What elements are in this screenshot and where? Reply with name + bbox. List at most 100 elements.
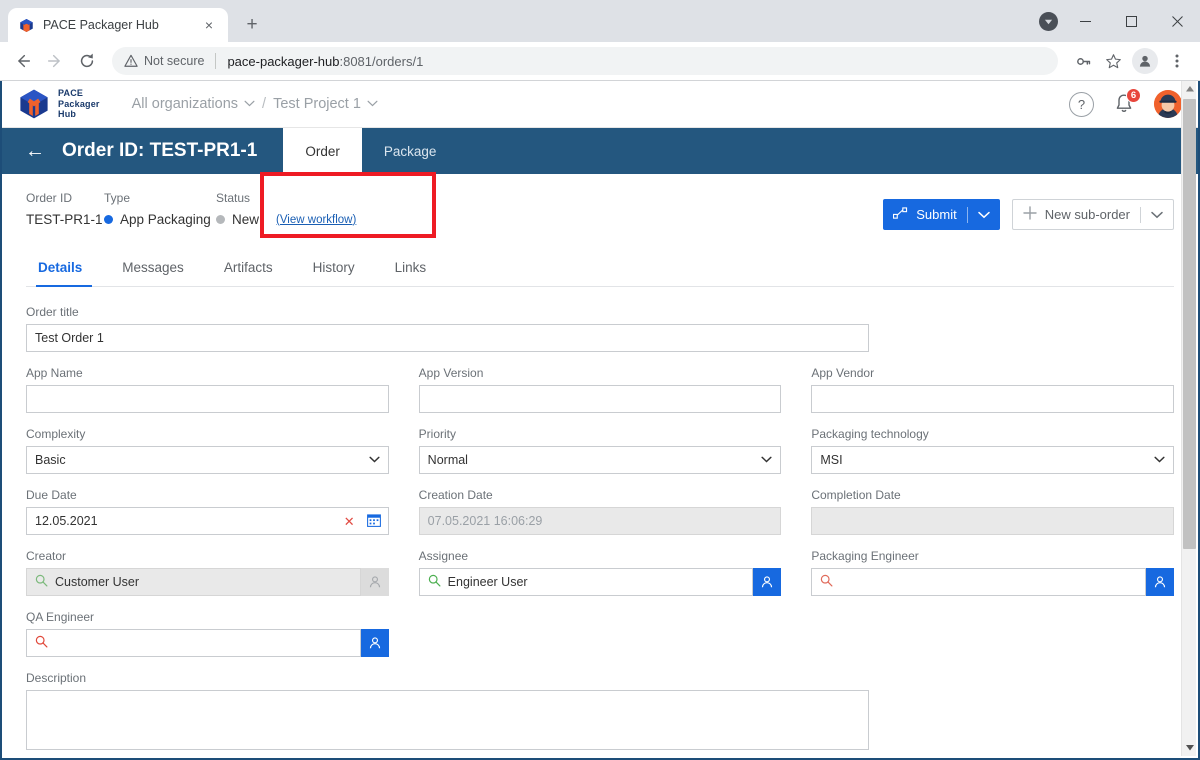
assignee-pick-user-button[interactable] bbox=[753, 568, 782, 596]
star-icon[interactable] bbox=[1098, 46, 1128, 76]
new-sub-order-button[interactable]: New sub-order bbox=[1011, 199, 1174, 230]
window-maximize-button[interactable] bbox=[1108, 0, 1154, 42]
complexity-select[interactable]: Basic bbox=[26, 446, 389, 474]
description-label: Description bbox=[26, 671, 87, 685]
browser-profile-icon[interactable] bbox=[1132, 48, 1158, 74]
organization-selector[interactable]: All organizations bbox=[132, 96, 255, 112]
app-vendor-input[interactable] bbox=[811, 385, 1175, 413]
form-row-qa: QA Engineer bbox=[26, 610, 1174, 657]
creator-label: Creator bbox=[26, 549, 67, 563]
address-bar[interactable]: Not secure pace-packager-hub:8081/orders… bbox=[112, 47, 1058, 75]
omnibox-divider bbox=[215, 53, 217, 69]
field-description: Description bbox=[26, 671, 869, 750]
browser-tab[interactable]: PACE Packager Hub × bbox=[8, 8, 228, 42]
order-header-bar: ← Order ID: TEST-PR1-1 Order Package bbox=[2, 128, 1198, 174]
submit-dropdown-chevron-icon[interactable] bbox=[977, 207, 990, 222]
app-name-input[interactable] bbox=[26, 385, 389, 413]
tab-details[interactable]: Details bbox=[26, 252, 102, 287]
priority-select[interactable]: Normal bbox=[418, 446, 782, 474]
summary-status-value: New bbox=[232, 212, 260, 227]
assignee-search-wrapper: Engineer User bbox=[418, 568, 782, 596]
description-textarea[interactable] bbox=[26, 690, 869, 750]
key-icon[interactable] bbox=[1068, 46, 1098, 76]
app-version-input[interactable] bbox=[418, 385, 782, 413]
window-close-button[interactable] bbox=[1154, 0, 1200, 42]
back-to-orders-button[interactable]: ← bbox=[16, 128, 54, 174]
tab-messages[interactable]: Messages bbox=[102, 252, 204, 286]
toolbar-right-icons bbox=[1068, 46, 1192, 76]
url-host: pace-packager-hub bbox=[227, 53, 340, 69]
field-complexity: Complexity Basic bbox=[26, 427, 389, 474]
new-tab-button[interactable]: + bbox=[238, 11, 266, 39]
user-avatar[interactable] bbox=[1154, 90, 1182, 118]
search-icon bbox=[820, 574, 833, 590]
order-title-input[interactable]: Test Order 1 bbox=[26, 324, 869, 352]
field-packaging-technology: Packaging technology MSI bbox=[811, 427, 1175, 474]
window-minimize-button[interactable] bbox=[1062, 0, 1108, 42]
new-sub-order-dropdown-chevron-icon[interactable] bbox=[1151, 207, 1163, 222]
search-icon bbox=[35, 574, 48, 590]
brand-line-3: Hub bbox=[58, 109, 77, 120]
app-logo[interactable]: PACE Packager Hub bbox=[18, 88, 100, 120]
organization-label: All organizations bbox=[131, 96, 239, 112]
due-date-input[interactable]: 12.05.2021 bbox=[26, 507, 389, 535]
tab-links[interactable]: Links bbox=[375, 252, 447, 286]
download-chevron-icon[interactable] bbox=[1039, 12, 1058, 31]
due-date-label: Due Date bbox=[26, 488, 77, 502]
breadcrumb-separator: / bbox=[262, 96, 267, 112]
app-vendor-label: App Vendor bbox=[811, 366, 875, 380]
plus-icon bbox=[1023, 206, 1037, 223]
scroll-down-arrow-icon[interactable] bbox=[1182, 740, 1197, 756]
reload-icon[interactable] bbox=[72, 46, 102, 76]
qa-engineer-search-wrapper bbox=[26, 629, 389, 657]
page-title: Order ID: TEST-PR1-1 bbox=[62, 140, 258, 161]
notifications-button[interactable]: 6 bbox=[1112, 88, 1141, 116]
field-priority: Priority Normal bbox=[418, 427, 782, 474]
scroll-up-arrow-icon[interactable] bbox=[1182, 81, 1197, 97]
clear-date-icon[interactable]: ✕ bbox=[344, 515, 355, 528]
field-app-version: App Version bbox=[418, 366, 782, 413]
submit-button[interactable]: Submit bbox=[883, 199, 1000, 230]
not-secure-indicator[interactable]: Not secure bbox=[124, 54, 204, 68]
back-icon[interactable] bbox=[8, 46, 38, 76]
tab-package[interactable]: Package bbox=[362, 128, 459, 174]
field-creator: Creator Customer User bbox=[26, 549, 389, 596]
completion-date-label: Completion Date bbox=[811, 488, 901, 502]
calendar-icon[interactable] bbox=[366, 513, 381, 530]
field-spacer-1 bbox=[419, 610, 782, 657]
help-icon[interactable]: ? bbox=[1069, 91, 1094, 117]
order-action-buttons: Submit New sub-order bbox=[883, 191, 1174, 230]
summary-status: Status New (View workflow) bbox=[216, 191, 416, 230]
packaging-engineer-input[interactable] bbox=[811, 568, 1147, 596]
notification-count-badge: 6 bbox=[1126, 88, 1141, 103]
packaging-engineer-pick-user-button[interactable] bbox=[1146, 568, 1175, 596]
forward-icon[interactable] bbox=[40, 46, 70, 76]
completion-date-input bbox=[811, 507, 1175, 535]
view-workflow-link[interactable]: (View workflow) bbox=[276, 214, 356, 226]
qa-engineer-input[interactable] bbox=[26, 629, 361, 657]
tab-history[interactable]: History bbox=[293, 252, 375, 286]
tab-close-icon[interactable]: × bbox=[200, 16, 218, 34]
summary-order-id: Order ID TEST-PR1-1 bbox=[26, 191, 104, 230]
field-completion-date: Completion Date bbox=[811, 488, 1175, 535]
chevron-down-icon bbox=[244, 99, 255, 110]
creation-date-input: 07.05.2021 16:06:29 bbox=[418, 507, 782, 535]
order-title-label: Order title bbox=[26, 305, 79, 319]
chevron-down-icon bbox=[761, 454, 772, 466]
qa-engineer-label: QA Engineer bbox=[26, 610, 95, 624]
due-date-wrapper: 12.05.2021 ✕ bbox=[26, 507, 389, 535]
app-name-label: App Name bbox=[26, 366, 83, 380]
three-dot-menu-icon[interactable] bbox=[1162, 46, 1192, 76]
assignee-input[interactable]: Engineer User bbox=[418, 568, 754, 596]
page-scrollbar[interactable] bbox=[1181, 81, 1196, 756]
packaging-technology-select[interactable]: MSI bbox=[811, 446, 1175, 474]
tab-artifacts[interactable]: Artifacts bbox=[204, 252, 293, 286]
scrollbar-thumb[interactable] bbox=[1183, 99, 1196, 549]
creation-date-label: Creation Date bbox=[418, 488, 493, 502]
creator-pick-user-button bbox=[360, 568, 389, 596]
form-row-app-info: App Name App Version App Vendor bbox=[26, 366, 1175, 413]
tab-order[interactable]: Order bbox=[283, 128, 362, 174]
detail-tabs: Details Messages Artifacts History Links bbox=[26, 252, 1174, 287]
qa-engineer-pick-user-button[interactable] bbox=[360, 629, 389, 657]
project-selector[interactable]: Test Project 1 bbox=[273, 96, 378, 112]
